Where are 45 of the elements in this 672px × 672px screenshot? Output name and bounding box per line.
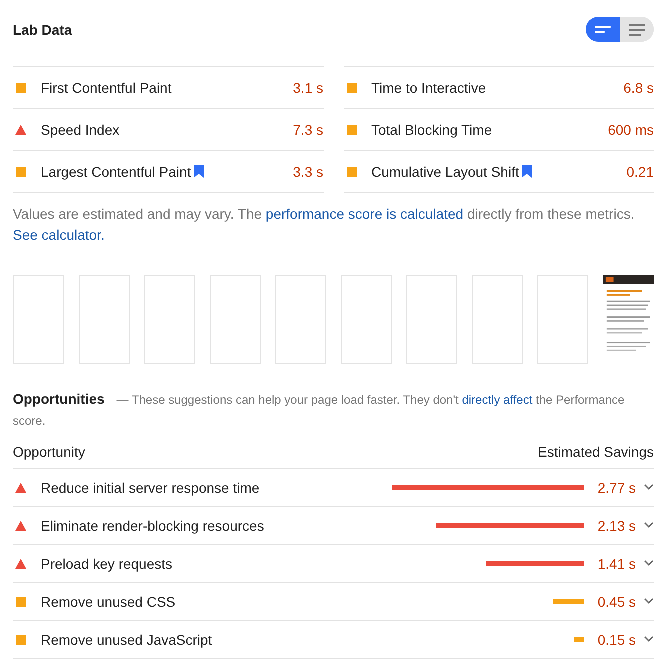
chevron-down-icon <box>644 522 654 529</box>
link[interactable]: See calculator. <box>13 227 105 243</box>
metric-label: First Contentful Paint <box>41 80 172 96</box>
opportunity-label: Reduce initial server response time <box>41 480 260 496</box>
chevron-down-icon <box>644 636 654 643</box>
savings-bar <box>552 599 584 604</box>
savings-value: 0.15 s <box>596 632 636 648</box>
savings-value: 0.45 s <box>596 594 636 610</box>
opportunity-row[interactable]: Remove unused JavaScript 0.15 s <box>13 621 654 659</box>
metric-label: Total Blocking Time <box>372 122 492 138</box>
opportunities-heading: Opportunities — These suggestions can help your page load faster. They don't directly affect the Performance score. <box>13 390 626 430</box>
list-icon <box>629 24 645 36</box>
column-header: Estimated Savings <box>538 444 654 460</box>
bars-view-button[interactable] <box>586 17 620 42</box>
link[interactable]: directly affect <box>462 393 533 407</box>
opportunity-row[interactable]: Reduce initial server response time 2.77 s <box>13 469 654 507</box>
link[interactable]: performance score is calculated <box>266 206 464 222</box>
opportunity-label: Eliminate render-blocking resources <box>41 518 264 534</box>
metric-value: 7.3 s <box>293 122 324 138</box>
section-title: Lab Data <box>13 22 72 38</box>
savings-bar <box>574 637 584 642</box>
chevron-down-icon <box>644 560 654 567</box>
savings-value: 2.13 s <box>596 518 636 534</box>
opportunity-label: Remove unused CSS <box>41 594 176 610</box>
metric-value: 3.3 s <box>293 164 324 180</box>
opportunity-row[interactable]: Eliminate render-blocking resources 2.13 s <box>13 507 654 545</box>
column-header: Opportunity <box>13 444 86 460</box>
chevron-down-icon <box>644 484 654 491</box>
opportunity-row[interactable]: Remove unused CSS 0.45 s <box>13 583 654 621</box>
metric-value: 0.21 <box>626 164 654 180</box>
metric-label: Speed Index <box>41 122 120 138</box>
opportunity-label: Remove unused JavaScript <box>41 632 212 648</box>
opportunity-row[interactable]: Preload key requests 1.41 s <box>13 545 654 583</box>
opportunity-label: Preload key requests <box>41 556 173 572</box>
metric-value: 3.1 s <box>293 80 324 96</box>
savings-value: 1.41 s <box>596 556 636 572</box>
savings-value: 2.77 s <box>596 480 636 496</box>
metric-label: Largest Contentful Paint <box>41 164 192 180</box>
metric-value: 600 ms <box>608 122 654 138</box>
metric-label: Cumulative Layout Shift <box>372 164 520 180</box>
bars-icon <box>595 24 611 34</box>
chevron-down-icon <box>644 598 654 605</box>
metric-label: Time to Interactive <box>372 80 486 96</box>
estimate-note: Values are estimated and may vary. The performance score is calculated directly from these metrics. See calculator. <box>13 205 636 245</box>
metric-value: 6.8 s <box>624 80 654 96</box>
